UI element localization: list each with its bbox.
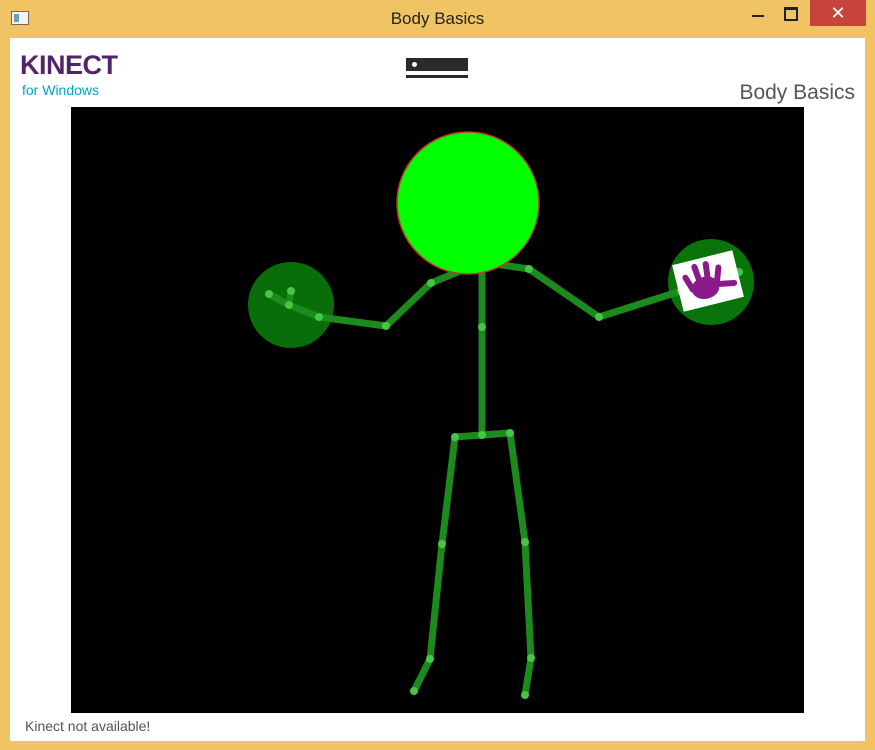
- kinect-sensor-icon: [406, 58, 468, 80]
- title-bar[interactable]: Body Basics ✕: [0, 0, 875, 38]
- skeleton-joints: [265, 265, 743, 699]
- minimize-button[interactable]: [744, 0, 772, 26]
- client-area: KINECT for Windows Body Basics Kinect no…: [10, 38, 865, 741]
- minimize-icon: [752, 15, 764, 17]
- kinect-logo: KINECT: [20, 50, 118, 80]
- head-circle: [396, 131, 540, 275]
- skeleton-bones: [265, 258, 743, 699]
- maximize-icon: [784, 7, 798, 21]
- body-view: [71, 107, 804, 713]
- skeleton-canvas: [248, 131, 754, 699]
- maximize-button[interactable]: [777, 0, 805, 26]
- kinect-logo-subtitle: for Windows: [22, 82, 100, 98]
- app-heading: Body Basics: [739, 81, 855, 104]
- close-button[interactable]: ✕: [810, 0, 866, 26]
- status-text: Kinect not available!: [25, 718, 151, 734]
